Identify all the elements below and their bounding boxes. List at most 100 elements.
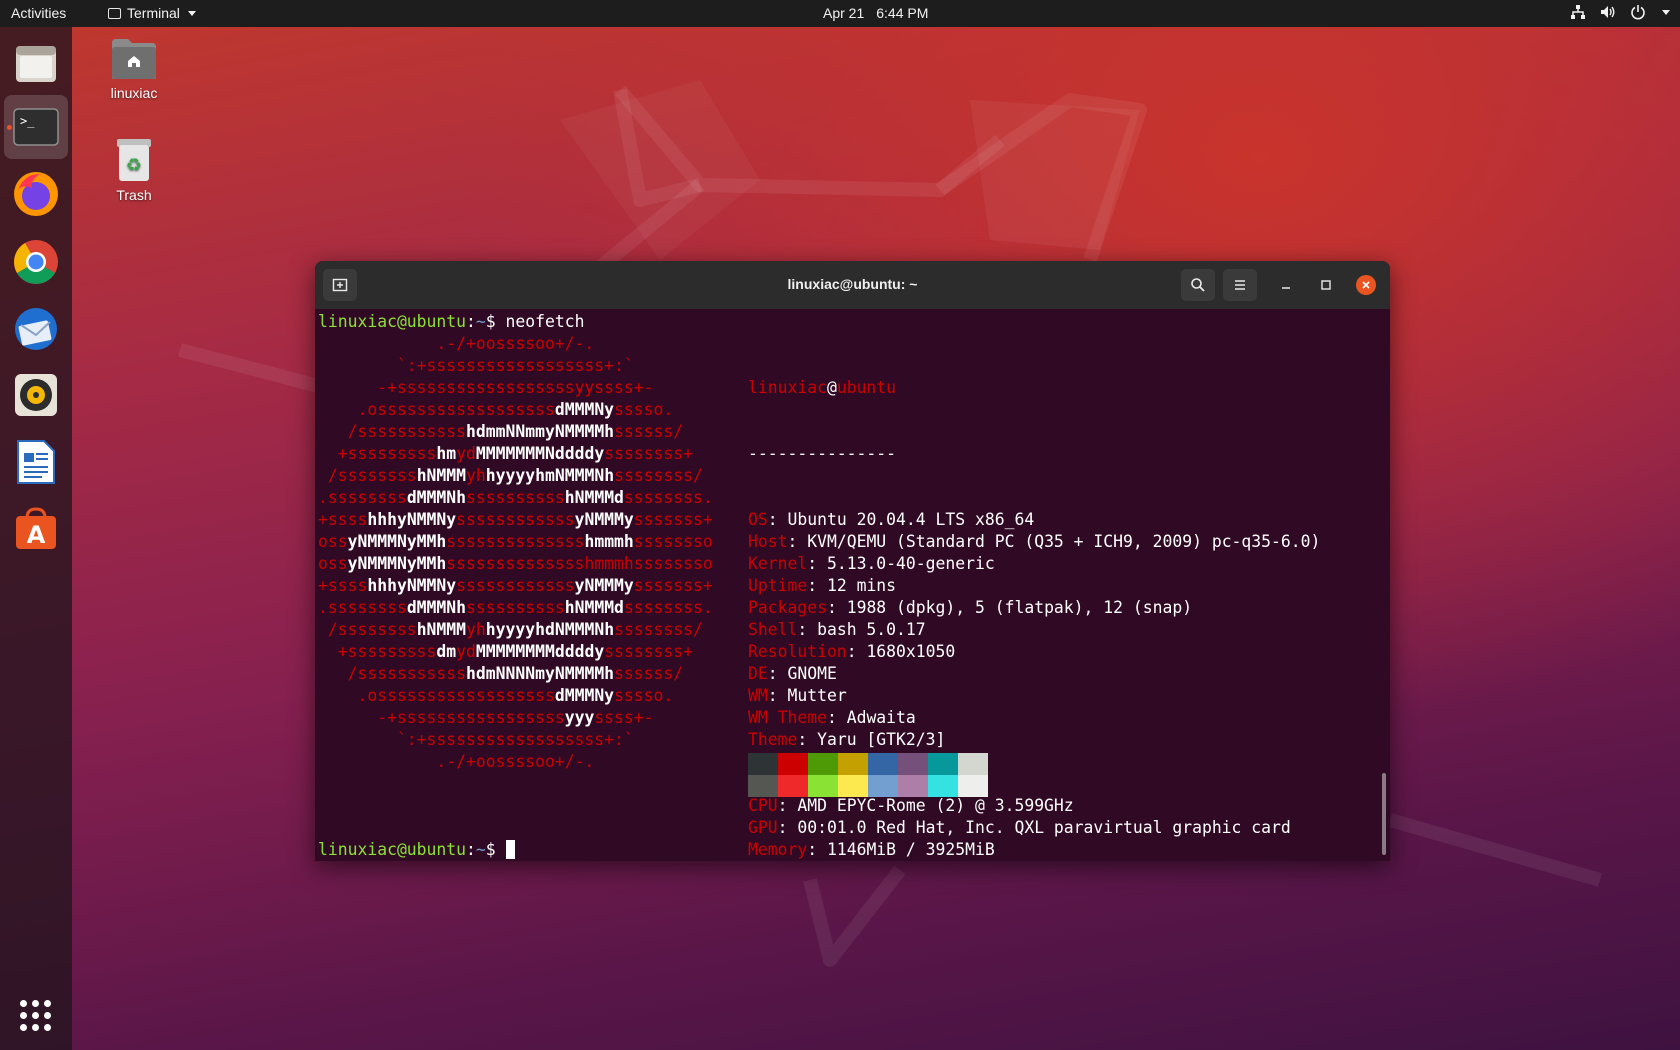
activities-button[interactable]: Activities	[11, 5, 66, 21]
app-menu[interactable]: Terminal	[108, 5, 196, 21]
grid-dot	[32, 1012, 39, 1019]
logo-segment: sssso.	[614, 400, 674, 419]
clock[interactable]: Apr 21 6:44 PM	[823, 5, 928, 21]
logo-line: ossyNMMMNyMMhsssssssssssssshmmmhssssssso	[318, 531, 713, 553]
info-colon: :	[797, 620, 818, 639]
logo-segment: .ossssssssssssssssss	[318, 686, 555, 705]
dock-terminal[interactable]: >_	[4, 95, 68, 159]
desktop-home-folder[interactable]: linuxiac	[84, 37, 184, 101]
info-value: GNOME	[787, 664, 837, 683]
logo-segment: yyy	[564, 708, 595, 727]
logo-segment: hNMMM	[416, 466, 467, 485]
desktop-trash[interactable]: ♻ Trash	[84, 137, 184, 203]
software-center-icon: A	[16, 507, 56, 549]
volume-icon[interactable]	[1600, 4, 1616, 20]
palette-swatch	[868, 775, 898, 797]
network-icon[interactable]	[1570, 4, 1586, 20]
files-icon	[16, 46, 56, 82]
info-colon: :	[807, 554, 827, 573]
thunderbird-icon	[15, 308, 57, 350]
info-row: Uptime: 12 mins	[748, 575, 1320, 597]
terminal-titlebar[interactable]: linuxiac@ubuntu: ~	[315, 261, 1390, 309]
grid-dot	[32, 1024, 39, 1031]
info-key: Kernel	[748, 554, 808, 573]
logo-segment: -+ssssssssssssssssssyyssss+-	[318, 378, 654, 397]
dock-firefox[interactable]	[4, 162, 68, 226]
search-button[interactable]	[1181, 269, 1215, 301]
logo-segment: +ssss	[318, 576, 368, 595]
logo-line: ossyNMMMNyMMhsssssssssssssshmmmhssssssso	[318, 553, 713, 575]
info-value: bash 5.0.17	[817, 620, 926, 639]
logo-line: +ssssssssshmydMMMMMMMNddddyssssssss+	[318, 443, 713, 465]
close-button[interactable]	[1356, 275, 1376, 295]
prompt-path: ~	[475, 312, 486, 331]
palette-swatch	[838, 753, 868, 775]
logo-segment: .ssssssss	[318, 598, 407, 617]
show-applications-button[interactable]	[20, 1000, 51, 1031]
info-key: Packages	[748, 598, 827, 617]
menu-button[interactable]	[1223, 269, 1257, 301]
terminal-output[interactable]: linuxiac@ubuntu:~$ neofetch .-/+oossssoo…	[318, 311, 1378, 859]
svg-text:♻: ♻	[126, 155, 142, 176]
info-value: 00:01.0 Red Hat, Inc. QXL paravirtual gr…	[797, 818, 1291, 837]
info-row: Packages: 1988 (dpkg), 5 (flatpak), 12 (…	[748, 597, 1320, 619]
palette-swatch	[958, 753, 988, 775]
prompt-dollar: $	[485, 840, 506, 859]
logo-segment: ssssss/	[614, 664, 684, 683]
maximize-button[interactable]	[1316, 275, 1336, 295]
logo-segment: dMMMNy	[554, 686, 615, 705]
logo-segment: .ssssssss	[318, 488, 407, 507]
info-key: Resolution	[748, 642, 847, 661]
grid-dot	[32, 1000, 39, 1007]
logo-line: +sssssssssdmydMMMMMMMMddddyssssssss+	[318, 641, 713, 663]
palette-swatch	[778, 775, 808, 797]
dock-rhythmbox[interactable]	[4, 363, 68, 427]
firefox-icon	[14, 172, 58, 216]
dock-libreoffice-writer[interactable]	[4, 430, 68, 494]
dock-files[interactable]	[4, 32, 68, 96]
logo-segment: /sssssssssss	[318, 664, 467, 683]
logo-line: `:+ssssssssssssssssss+:`	[318, 729, 713, 751]
prompt-separator: :	[466, 312, 476, 331]
search-icon	[1191, 278, 1205, 292]
logo-segment: ssss+-	[594, 708, 654, 727]
info-value: Yaru [GTK2/3]	[817, 730, 946, 749]
dock-chrome[interactable]	[4, 230, 68, 294]
info-key: Shell	[748, 620, 798, 639]
palette-swatch	[808, 775, 838, 797]
info-colon: :	[767, 664, 788, 683]
terminal-window[interactable]: linuxiac@ubuntu: ~ linuxiac@ubuntu:~$ ne…	[315, 261, 1390, 861]
logo-line: .ssssssssdMMMNhsssssssssshNMMMdssssssss.	[318, 597, 713, 619]
active-prompt-line[interactable]: linuxiac@ubuntu:~$	[318, 839, 515, 861]
scrollbar[interactable]	[1382, 773, 1386, 855]
palette-swatch	[748, 775, 778, 797]
palette-swatch	[928, 775, 958, 797]
minimize-button[interactable]	[1276, 275, 1296, 295]
logo-line: +sssshhhyNMMNyssssssssssssyNMMMysssssss+	[318, 509, 713, 531]
logo-segment: sssssssssssssshmmmhssssssso	[446, 554, 713, 573]
power-icon[interactable]	[1630, 4, 1646, 20]
info-key: WM	[748, 686, 768, 705]
logo-segment: yh	[466, 466, 486, 485]
dock-software-center[interactable]: A	[4, 497, 68, 561]
logo-segment: ssssssss+	[604, 642, 694, 661]
info-row: Kernel: 5.13.0-40-generic	[748, 553, 1320, 575]
svg-text:>_: >_	[20, 114, 35, 128]
info-key: DE	[748, 664, 768, 683]
logo-line: /ssssssssssshdmNNNNmyNMMMMhssssss/	[318, 663, 713, 685]
grid-dot	[44, 1000, 51, 1007]
logo-segment: ssssssss/	[614, 466, 703, 485]
hamburger-menu-icon	[1235, 280, 1245, 290]
rhythmbox-icon	[15, 374, 57, 416]
palette-swatch	[898, 775, 928, 797]
grid-dot	[20, 1024, 27, 1031]
info-colon: :	[797, 730, 818, 749]
dock-thunderbird[interactable]	[4, 297, 68, 361]
info-colon: :	[846, 642, 867, 661]
info-colon: :	[777, 796, 798, 815]
system-tray[interactable]	[1570, 4, 1670, 20]
logo-segment: yNMMMNyMMh	[347, 532, 447, 551]
info-row: Host: KVM/QEMU (Standard PC (Q35 + ICH9,…	[748, 531, 1320, 553]
logo-line: /ssssssssssshdmmNNmmyNMMMMhssssss/	[318, 421, 713, 443]
logo-segment: -+sssssssssssssssss	[318, 708, 565, 727]
